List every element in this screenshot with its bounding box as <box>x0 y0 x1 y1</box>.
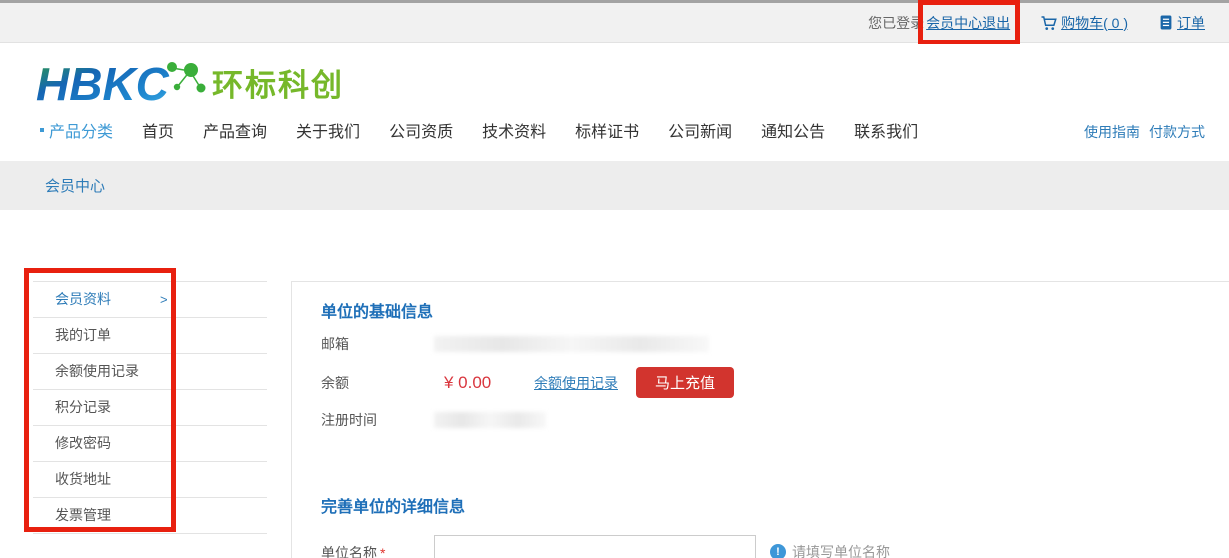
sidebar-item-balance-history[interactable]: 余额使用记录 <box>33 354 267 390</box>
required-asterisk: * <box>380 545 385 558</box>
nav-item-certificates[interactable]: 标样证书 <box>575 118 639 142</box>
cart-link[interactable]: 购物车( 0 ) <box>1061 13 1128 33</box>
orders-group[interactable]: 订单 <box>1158 13 1205 33</box>
basic-info-title: 单位的基础信息 <box>321 298 1229 318</box>
company-name-label: 单位名称* <box>321 535 434 558</box>
main-panel: 单位的基础信息 邮箱 余额 ¥ 0.00 余额使用记录 马上充值 注册时间 完善… <box>291 281 1229 558</box>
nav-right-links: 使用指南 付款方式 <box>1084 122 1205 142</box>
cart-group[interactable]: 购物车( 0 ) <box>1040 13 1128 33</box>
balance-value: ¥ 0.00 <box>434 373 534 393</box>
logout-link[interactable]: 退出 <box>982 13 1010 33</box>
recharge-button[interactable]: 马上充值 <box>636 367 734 398</box>
company-name-hint: ! 请填写单位名称 <box>770 535 890 558</box>
payment-methods-link[interactable]: 付款方式 <box>1149 122 1205 142</box>
sidebar-item-change-password[interactable]: 修改密码 <box>33 426 267 462</box>
logo-hbkc-graphic: HBKC <box>36 56 226 114</box>
nav-item-qualifications[interactable]: 公司资质 <box>389 118 453 142</box>
sidebar-item-shipping-address[interactable]: 收货地址 <box>33 462 267 498</box>
breadcrumb-title: 会员中心 <box>45 175 105 196</box>
nav-item-product-search[interactable]: 产品查询 <box>203 118 267 142</box>
email-row: 邮箱 <box>321 334 1229 354</box>
sidebar-item-my-orders[interactable]: 我的订单 <box>33 318 267 354</box>
nav-item-contact-us[interactable]: 联系我们 <box>854 118 918 142</box>
sidebar-item-label: 会员资料 <box>55 291 111 307</box>
sidebar-item-member-profile[interactable]: 会员资料 > <box>33 282 267 318</box>
logo-text: HBKC <box>36 58 170 110</box>
nav-item-label: 产品分类 <box>49 118 113 142</box>
nav-item-product-categories[interactable]: 产品分类 <box>40 118 113 142</box>
company-name-label-text: 单位名称 <box>321 545 377 558</box>
orders-icon <box>1158 14 1174 31</box>
topbar: 您已登录 会员中心 退出 购物车( 0 ) 订单 <box>0 0 1229 43</box>
nav-item-announcements[interactable]: 通知公告 <box>761 118 825 142</box>
balance-history-link[interactable]: 余额使用记录 <box>534 373 618 393</box>
logo: HBKC 环标科创 <box>36 56 344 114</box>
member-center-link[interactable]: 会员中心 <box>926 13 982 33</box>
user-guide-link[interactable]: 使用指南 <box>1084 122 1140 142</box>
detail-info-title: 完善单位的详细信息 <box>321 493 1229 513</box>
email-value-redacted <box>434 336 709 352</box>
email-label: 邮箱 <box>321 334 434 354</box>
nav-item-company-news[interactable]: 公司新闻 <box>668 118 732 142</box>
member-logout-group: 会员中心 退出 <box>926 13 1010 33</box>
nav-item-technical-docs[interactable]: 技术资料 <box>482 118 546 142</box>
nav-item-about-us[interactable]: 关于我们 <box>296 118 360 142</box>
info-icon: ! <box>770 544 786 558</box>
nav-bullet-icon <box>40 128 44 132</box>
sidebar-item-invoice-management[interactable]: 发票管理 <box>33 498 267 534</box>
company-name-row: 单位名称* ! 请填写单位名称 <box>321 535 1229 558</box>
orders-link[interactable]: 订单 <box>1177 13 1205 33</box>
company-name-hint-text: 请填写单位名称 <box>792 542 890 558</box>
register-time-label: 注册时间 <box>321 410 434 430</box>
balance-label: 余额 <box>321 373 434 393</box>
company-name-input[interactable] <box>434 535 756 558</box>
cart-icon <box>1040 14 1058 32</box>
molecule-icon <box>167 62 206 93</box>
member-sidebar: 会员资料 > 我的订单 余额使用记录 积分记录 修改密码 收货地址 发票管理 <box>33 281 267 534</box>
logo-name: 环标科创 <box>212 60 344 114</box>
chevron-right-icon: > <box>160 282 168 317</box>
register-time-value-redacted <box>434 412 546 428</box>
balance-row: 余额 ¥ 0.00 余额使用记录 马上充值 <box>321 367 1229 398</box>
breadcrumb: 会员中心 <box>0 161 1229 210</box>
nav-item-home[interactable]: 首页 <box>142 118 174 142</box>
main-nav: 产品分类 首页 产品查询 关于我们 公司资质 技术资料 标样证书 公司新闻 通知… <box>40 118 918 142</box>
sidebar-item-points-history[interactable]: 积分记录 <box>33 390 267 426</box>
register-time-row: 注册时间 <box>321 410 1229 430</box>
header: HBKC 环标科创 产品分类 首页 产品查询 关于我们 公司资质 技术资料 标样… <box>0 44 1229 161</box>
login-status-text: 您已登录 <box>868 13 924 33</box>
